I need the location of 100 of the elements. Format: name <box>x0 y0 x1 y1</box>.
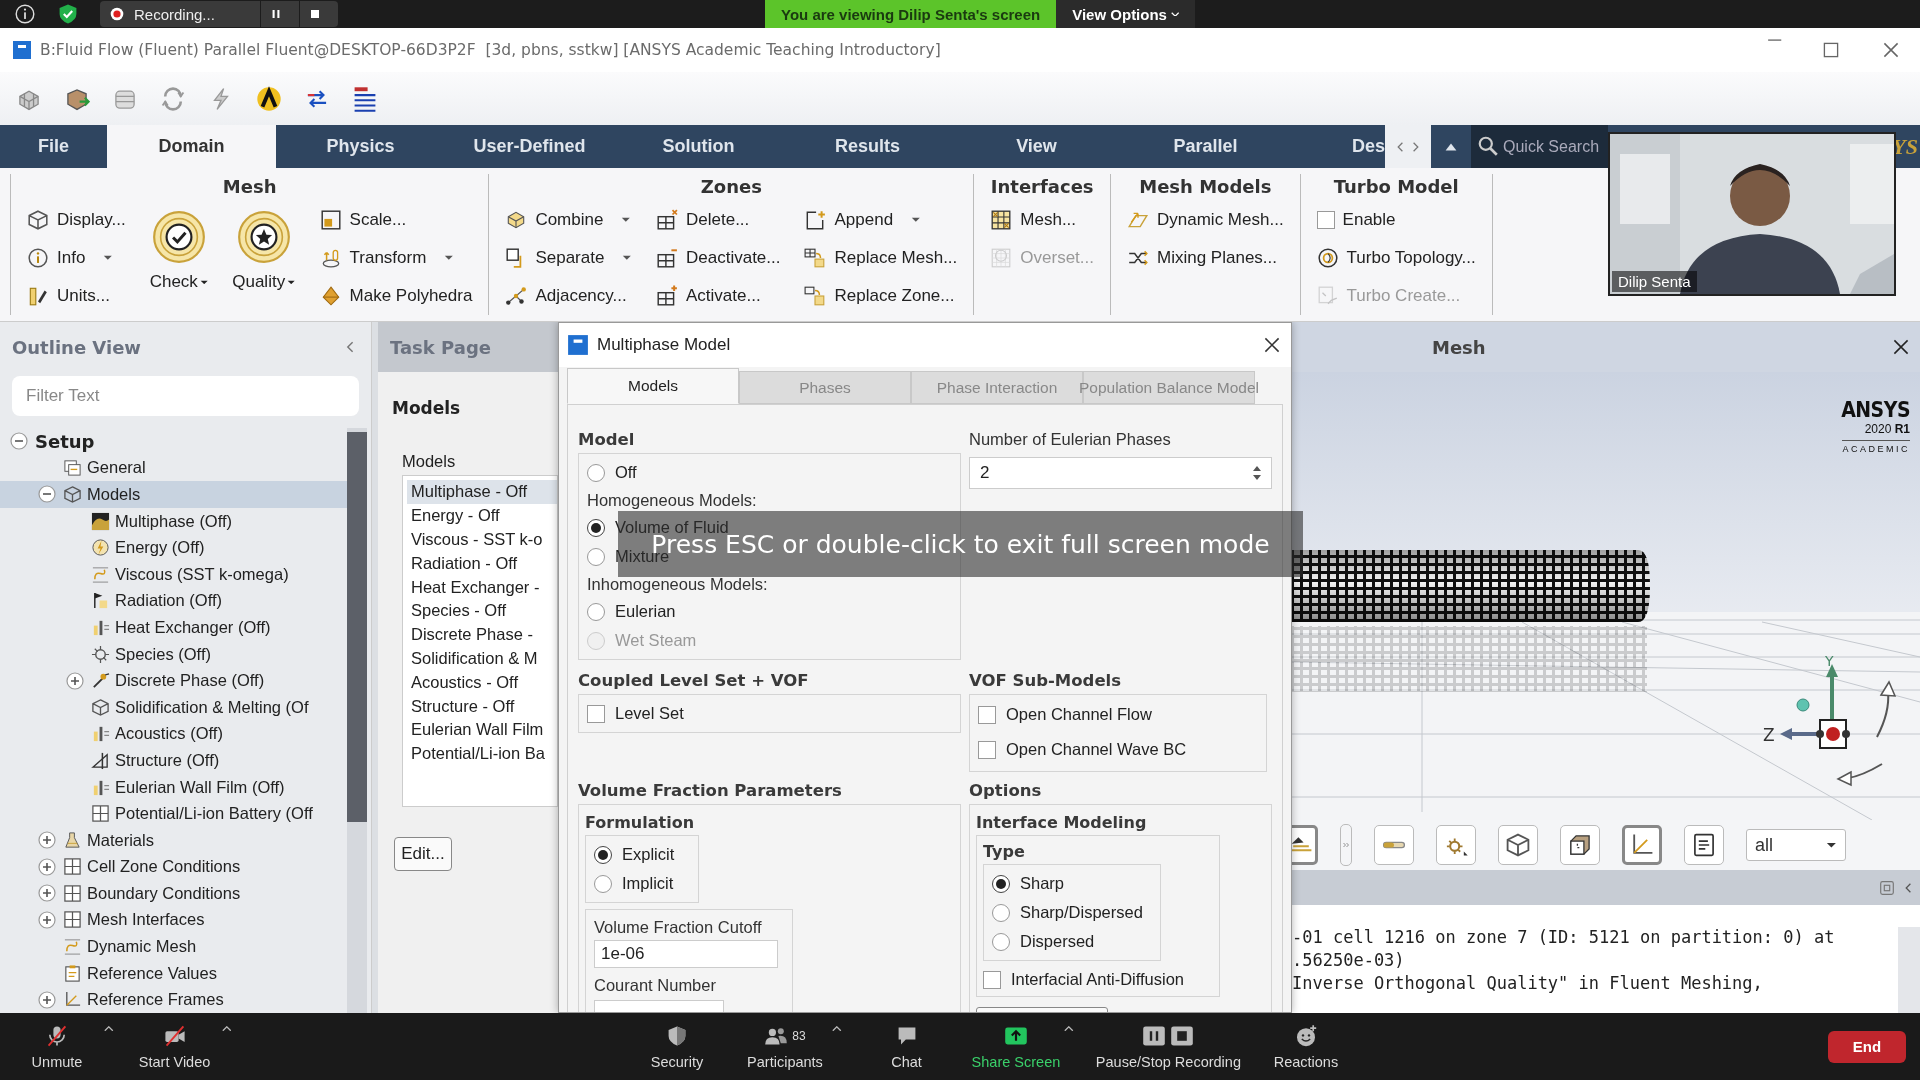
ribbon-button[interactable]: Delete... <box>656 204 781 236</box>
tree-item[interactable]: Viscous (SST k-omega) <box>0 560 347 588</box>
tree-item[interactable]: Dynamic Mesh <box>0 933 347 960</box>
ribbon-button[interactable]: Mixing Planes... <box>1127 242 1284 274</box>
ribbon-tab[interactable]: Results <box>783 125 952 168</box>
meeting-control[interactable]: Reactions <box>1262 1023 1349 1070</box>
edit-button[interactable]: Edit... <box>394 837 452 871</box>
ribbon-button[interactable]: Make Polyhedra <box>319 280 473 312</box>
radio-button[interactable]: Sharp/Dispersed <box>992 898 1143 927</box>
list-item[interactable]: Structure - Off <box>407 694 557 718</box>
radio-button[interactable]: Dispersed <box>992 927 1095 956</box>
radio-button[interactable]: Explicit <box>594 840 675 869</box>
toolbar-button[interactable] <box>1684 825 1724 865</box>
end-button[interactable]: End <box>1828 1030 1906 1063</box>
ribbon-button[interactable]: Turbo Topology... <box>1316 242 1476 274</box>
meeting-control[interactable]: Unmute <box>14 1023 100 1070</box>
tree-item[interactable]: Mesh Interfaces <box>0 906 347 934</box>
tree-item[interactable]: Discrete Phase (Off) <box>0 667 347 694</box>
scrollbar[interactable] <box>347 428 367 1013</box>
ribbon-tab[interactable]: Physics <box>276 125 445 168</box>
tree-item[interactable]: Cell Zone Conditions <box>0 853 347 881</box>
tree-item[interactable]: Boundary Conditions <box>0 880 347 907</box>
toolbar-button[interactable] <box>1292 825 1318 865</box>
ribbon-tab[interactable]: Solution <box>614 125 783 168</box>
ribbon-tab[interactable]: Parallel <box>1121 125 1290 168</box>
ribbon-tab[interactable]: File <box>0 125 107 168</box>
ribbon-tab[interactable]: View <box>952 125 1121 168</box>
ribbon-tab[interactable]: User-Defined <box>445 125 614 168</box>
list-item[interactable]: Solidification & M <box>407 646 557 671</box>
search-field[interactable]: Quick Search <box>1471 125 1608 168</box>
tree-item[interactable]: Multiphase (Off) <box>0 507 347 535</box>
checkbox[interactable]: Enable <box>1316 204 1476 236</box>
filter-field[interactable]: Filter Text <box>12 376 359 416</box>
tree-item[interactable]: Eulerian Wall Film (Off) <box>0 773 347 801</box>
view-options-button[interactable]: View Options <box>1056 0 1196 28</box>
list-item[interactable]: Viscous - SST k-o <box>407 527 557 552</box>
toolbar-button[interactable] <box>1498 825 1538 865</box>
ribbon-button[interactable]: Transform <box>319 242 473 274</box>
ribbon-button[interactable]: Combine <box>505 204 632 236</box>
ribbon-button[interactable]: Info <box>27 242 126 274</box>
ribbon-button[interactable]: Replace Zone... <box>804 280 958 312</box>
display-dropdown[interactable]: all <box>1746 829 1846 861</box>
list-item[interactable]: Species - Off <box>407 599 557 623</box>
meeting-control[interactable]: Security <box>634 1023 720 1070</box>
checkbox[interactable]: Level Set <box>587 699 684 728</box>
meeting-control[interactable]: Chat <box>863 1023 950 1070</box>
ribbon-button[interactable]: Append <box>804 204 958 236</box>
tree-item[interactable]: Energy (Off) <box>0 534 347 561</box>
ribbon-button[interactable]: Deactivate... <box>656 242 781 274</box>
ribbon-button[interactable]: Quality <box>232 204 296 292</box>
ribbon-tab[interactable]: Domain <box>107 125 276 168</box>
tree-item[interactable]: General <box>0 454 347 482</box>
list-item[interactable]: Potential/Li-ion Ba <box>407 741 557 766</box>
tree-item[interactable]: Structure (Off) <box>0 747 347 774</box>
radio-button[interactable]: Sharp <box>992 869 1065 898</box>
tree-item[interactable]: Heat Exchanger (Off) <box>0 614 347 641</box>
number-field[interactable]: 2 <box>969 457 1272 489</box>
ribbon-button[interactable]: Activate... <box>656 280 781 312</box>
tree-item[interactable]: Reference Frames <box>0 986 347 1013</box>
ribbon-button[interactable]: Units... <box>27 280 126 312</box>
checkbox[interactable]: Open Channel Wave BC <box>978 735 1187 764</box>
list-item[interactable]: Heat Exchanger - <box>407 575 557 599</box>
list-item[interactable]: Acoustics - Off <box>407 670 557 695</box>
radio-button[interactable]: Implicit <box>594 869 674 898</box>
ribbon-button[interactable]: Separate <box>505 242 632 274</box>
checkbox[interactable]: Interfacial Anti-Diffusion <box>983 965 1185 994</box>
meeting-control[interactable]: Start Video <box>131 1023 218 1070</box>
tree-item[interactable]: Acoustics (Off) <box>0 720 347 748</box>
tree-item[interactable]: Reference Values <box>0 959 347 987</box>
plus-circle-icon <box>37 883 57 904</box>
radio-button[interactable]: Eulerian <box>587 597 676 626</box>
list-item[interactable]: Multiphase - Off <box>407 480 557 504</box>
list-item[interactable]: Discrete Phase - <box>407 622 557 647</box>
checkbox[interactable]: Open Channel Flow <box>978 700 1152 729</box>
tree-item[interactable]: Potential/Li-ion Battery (Off <box>0 800 347 827</box>
dialog-tab[interactable]: Models <box>567 368 739 404</box>
ribbon-button[interactable]: Mesh... <box>990 204 1094 236</box>
tree-item[interactable]: Species (Off) <box>0 640 347 668</box>
ribbon-button[interactable]: Scale... <box>319 204 473 236</box>
ribbon-tab[interactable]: Des <box>1290 125 1385 168</box>
radio-button[interactable]: Off <box>587 458 637 487</box>
list-item[interactable]: Radiation - Off <box>407 551 557 576</box>
tree-item[interactable]: Setup <box>0 428 347 455</box>
tree-item[interactable]: Solidification & Melting (Of <box>0 693 347 721</box>
meeting-control[interactable]: 83 Participants <box>742 1023 828 1070</box>
tree-item[interactable]: Radiation (Off) <box>0 587 347 615</box>
ribbon-button[interactable]: Check <box>149 204 209 292</box>
list-item[interactable]: Energy - Off <box>407 503 557 528</box>
list-item[interactable]: Eulerian Wall Film <box>407 717 557 742</box>
scrollbar[interactable] <box>1898 927 1920 1013</box>
tree-item[interactable]: Materials <box>0 826 347 854</box>
meeting-control[interactable]: Share Screen <box>971 1023 1061 1070</box>
ribbon-button[interactable]: Replace Mesh... <box>804 242 958 274</box>
meeting-control[interactable]: Pause/Stop Recording <box>1095 1023 1241 1070</box>
tree-item[interactable]: Models <box>0 481 347 508</box>
toolbar-button[interactable] <box>1560 825 1600 865</box>
text-field[interactable]: 1e-06 <box>594 940 778 968</box>
ribbon-button[interactable]: Adjacency... <box>505 280 632 312</box>
ribbon-button[interactable]: Dynamic Mesh... <box>1127 204 1284 236</box>
ribbon-button[interactable]: Display... <box>27 204 126 236</box>
